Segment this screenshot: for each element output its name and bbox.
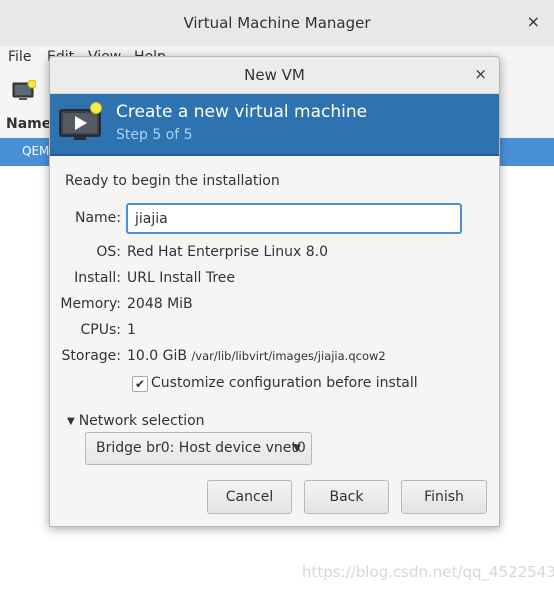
customize-checkbox[interactable]: ✔ <box>132 376 148 392</box>
monitor-play-icon <box>59 102 102 140</box>
network-selection-expander[interactable]: ▼ Network selection <box>67 413 205 429</box>
memory-value: 2048 MiB <box>127 296 193 312</box>
parent-titlebar: Virtual Machine Manager × <box>0 0 554 47</box>
network-source-dropdown[interactable]: Bridge br0: Host device vnet0 ▼ <box>85 432 312 465</box>
network-expander-label: Network selection <box>78 413 205 429</box>
ready-heading: Ready to begin the installation <box>65 173 280 189</box>
memory-label: Memory: <box>60 296 121 312</box>
cpus-value: 1 <box>127 322 136 338</box>
storage-value-row: 10.0 GiB /var/lib/libvirt/images/jiajia.… <box>127 348 386 364</box>
menu-file[interactable]: File <box>8 49 31 65</box>
wizard-banner: Create a new virtual machine Step 5 of 5 <box>50 94 499 156</box>
new-vm-toolbar-icon[interactable] <box>12 80 36 102</box>
banner-step: Step 5 of 5 <box>116 127 193 143</box>
os-label: OS: <box>96 244 121 260</box>
cancel-button[interactable]: Cancel <box>207 480 292 514</box>
storage-path: /var/lib/libvirt/images/jiajia.qcow2 <box>191 349 386 363</box>
os-value: Red Hat Enterprise Linux 8.0 <box>127 244 328 260</box>
finish-button[interactable]: Finish <box>401 480 487 514</box>
dialog-title: New VM <box>244 66 305 84</box>
customize-checkbox-label[interactable]: Customize configuration before install <box>151 375 418 391</box>
column-header-name[interactable]: Name <box>6 116 51 132</box>
dialog-titlebar: New VM × <box>50 57 499 94</box>
name-field[interactable] <box>126 203 462 234</box>
banner-title: Create a new virtual machine <box>116 102 368 122</box>
network-source-value: Bridge br0: Host device vnet0 <box>96 440 306 456</box>
dialog-close-icon[interactable]: × <box>474 65 487 83</box>
parent-close-icon[interactable]: × <box>527 12 540 31</box>
new-vm-dialog: New VM × Create a new virtual machine St… <box>49 56 500 527</box>
storage-size: 10.0 GiB <box>127 348 187 364</box>
chevron-down-icon: ▼ <box>293 443 301 454</box>
expander-arrow-icon: ▼ <box>67 416 75 427</box>
parent-window-title: Virtual Machine Manager <box>183 14 371 32</box>
storage-label: Storage: <box>61 348 122 364</box>
install-label: Install: <box>74 270 121 286</box>
back-button[interactable]: Back <box>304 480 389 514</box>
watermark-text: https://blog.csdn.net/qq_45225437 <box>302 563 554 581</box>
install-value: URL Install Tree <box>127 270 235 286</box>
name-label: Name: <box>74 210 121 226</box>
cpus-label: CPUs: <box>80 322 121 338</box>
